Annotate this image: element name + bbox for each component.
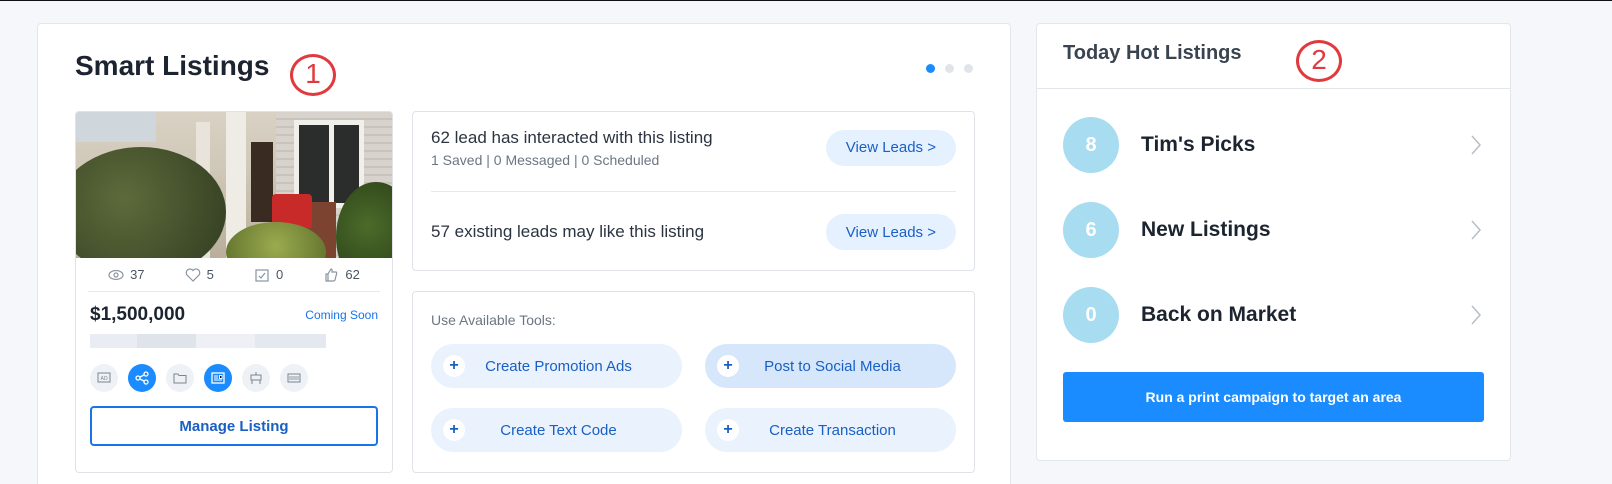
lead-interacted-breakdown: 1 Saved | 0 Messaged | 0 Scheduled bbox=[431, 151, 660, 168]
create-promotion-ads-button[interactable]: + Create Promotion Ads bbox=[431, 344, 682, 388]
hot-item-label: Tim's Picks bbox=[1141, 133, 1256, 156]
svg-text:AD: AD bbox=[101, 376, 108, 382]
listing-address-redacted bbox=[90, 334, 326, 348]
ad-icon[interactable]: AD bbox=[90, 364, 118, 392]
tool-label: Create Transaction bbox=[769, 421, 896, 439]
favorites-count: 5 bbox=[206, 267, 214, 282]
leads-box: 62 lead has interacted with this listing… bbox=[412, 111, 975, 271]
carousel-dots bbox=[926, 64, 973, 73]
smart-listings-panel: Smart Listings 1 37 5 0 62 $1,500,000 Co… bbox=[37, 23, 1011, 484]
hot-item-new-listings[interactable]: 6 New Listings bbox=[1063, 202, 1483, 258]
post-to-social-media-button[interactable]: + Post to Social Media bbox=[705, 344, 956, 388]
carousel-dot-1[interactable] bbox=[926, 64, 935, 73]
hot-item-label: New Listings bbox=[1141, 218, 1271, 241]
calendar-check-icon bbox=[255, 268, 269, 282]
tool-label: Create Text Code bbox=[500, 421, 617, 439]
shares-stat: 62 bbox=[323, 267, 360, 283]
saved-stat: 0 bbox=[254, 267, 283, 283]
smart-listings-title: Smart Listings bbox=[75, 50, 270, 81]
create-transaction-button[interactable]: + Create Transaction bbox=[705, 408, 956, 452]
listing-stats: 37 5 0 62 bbox=[88, 258, 380, 292]
lead-interacted-text: 62 lead has interacted with this listing bbox=[431, 127, 713, 147]
yard-sign-icon[interactable] bbox=[242, 364, 270, 392]
hot-item-label: Back on Market bbox=[1141, 303, 1297, 326]
create-text-code-button[interactable]: + Create Text Code bbox=[431, 408, 682, 452]
plus-icon: + bbox=[717, 419, 739, 441]
hot-listings-panel: Today Hot Listings 2 8 Tim's Picks 6 New… bbox=[1036, 23, 1511, 461]
plus-icon: + bbox=[717, 355, 739, 377]
listing-card: 37 5 0 62 $1,500,000 Coming Soon AD Mana… bbox=[75, 111, 393, 473]
hot-item-tims-picks[interactable]: 8 Tim's Picks bbox=[1063, 117, 1483, 173]
chevron-right-icon bbox=[1471, 305, 1482, 325]
count-badge: 0 bbox=[1063, 287, 1119, 343]
print-campaign-button[interactable]: Run a print campaign to target an area bbox=[1063, 372, 1484, 422]
chevron-right-icon bbox=[1471, 220, 1482, 240]
divider bbox=[1037, 88, 1510, 89]
plus-icon: + bbox=[443, 419, 465, 441]
carousel-dot-2[interactable] bbox=[945, 64, 954, 73]
count-badge: 8 bbox=[1063, 117, 1119, 173]
listing-tool-icons: AD bbox=[76, 364, 392, 392]
listing-status: Coming Soon bbox=[305, 308, 378, 322]
thumbs-up-icon bbox=[325, 267, 338, 282]
shares-count: 62 bbox=[345, 267, 360, 282]
listing-price: $1,500,000 bbox=[90, 304, 186, 325]
heart-icon bbox=[185, 267, 200, 282]
lead-row-interacted: 62 lead has interacted with this listing… bbox=[431, 112, 956, 192]
view-leads-button-interacted[interactable]: View Leads > bbox=[825, 129, 956, 166]
tool-label: Post to Social Media bbox=[764, 357, 901, 375]
annotation-marker-2: 2 bbox=[1296, 40, 1342, 82]
plus-icon: + bbox=[443, 355, 465, 377]
newsletter-icon[interactable] bbox=[204, 364, 232, 392]
views-stat: 37 bbox=[108, 267, 145, 283]
tools-box: Use Available Tools: + Create Promotion … bbox=[412, 291, 975, 473]
views-count: 37 bbox=[130, 267, 145, 282]
carousel-dot-3[interactable] bbox=[964, 64, 973, 73]
tools-label: Use Available Tools: bbox=[431, 312, 556, 328]
chevron-right-icon bbox=[1471, 135, 1482, 155]
folder-icon[interactable] bbox=[166, 364, 194, 392]
manage-listing-button[interactable]: Manage Listing bbox=[90, 406, 378, 446]
lead-may-like-text: 57 existing leads may like this listing bbox=[431, 222, 705, 241]
count-badge: 6 bbox=[1063, 202, 1119, 258]
favorites-stat: 5 bbox=[185, 267, 214, 283]
qr-code-icon[interactable] bbox=[280, 364, 308, 392]
saved-count: 0 bbox=[276, 267, 284, 282]
lead-row-may-like: 57 existing leads may like this listing … bbox=[431, 194, 956, 270]
view-leads-button-may-like[interactable]: View Leads > bbox=[825, 214, 956, 250]
hot-item-back-on-market[interactable]: 0 Back on Market bbox=[1063, 287, 1483, 343]
share-icon[interactable] bbox=[128, 364, 156, 392]
annotation-marker-1: 1 bbox=[290, 54, 336, 96]
eye-icon bbox=[108, 269, 124, 280]
hot-listings-title: Today Hot Listings bbox=[1063, 42, 1242, 64]
listing-photo[interactable] bbox=[76, 112, 392, 258]
tool-label: Create Promotion Ads bbox=[485, 357, 632, 375]
